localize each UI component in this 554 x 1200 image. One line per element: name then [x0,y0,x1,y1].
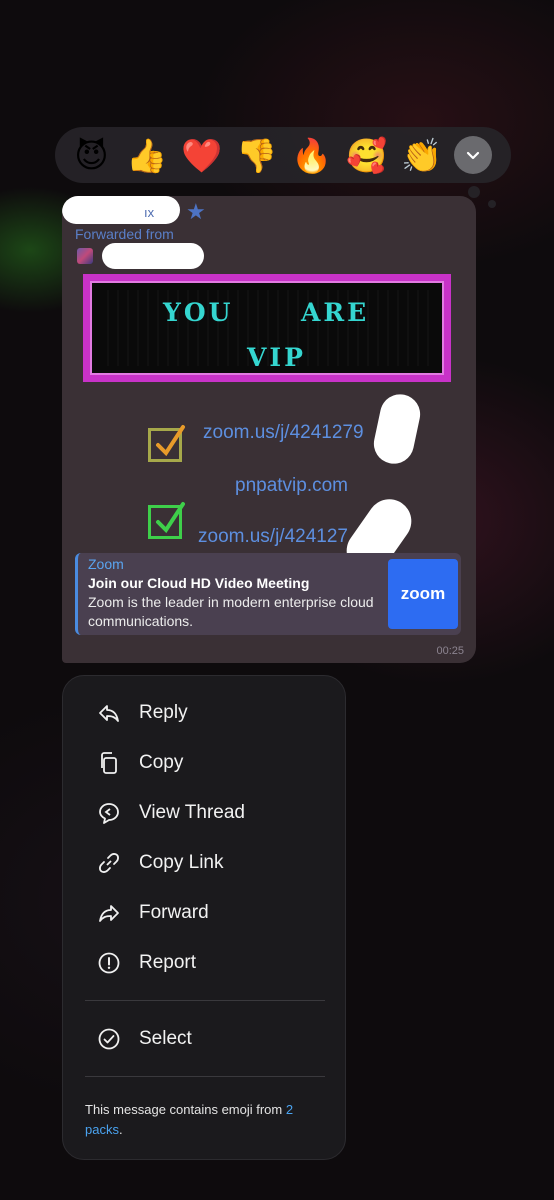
zoom-link-2[interactable]: zoom.us/j/424127 [198,526,348,548]
reaction-thumbs-up[interactable]: 👍 [120,130,173,180]
redacted-forward-source [102,243,204,269]
link-icon [96,850,122,876]
reaction-red-heart[interactable]: ❤️ [175,130,228,180]
message-timestamp: 00:25 [436,645,464,657]
emoji-note-end: . [118,1122,123,1137]
menu-item-forward[interactable]: Forward [63,891,345,935]
emoji-packs-note: This message contains emoji from 2 packs… [85,1100,330,1140]
preview-description: Zoom is the leader in modern enterprise … [88,594,374,629]
menu-item-label: Reply [139,702,188,723]
redacted-sender-name [62,196,180,224]
menu-item-label: Copy Link [139,852,224,873]
menu-item-view-thread[interactable]: View Thread [63,791,345,835]
check-mark-icon [148,425,185,462]
reaction-bar: 😈 👍 ❤️ 👎 🔥 🥰 👏 [55,127,511,183]
reaction-smiling-devil[interactable]: 😈 [65,130,118,180]
menu-item-label: View Thread [139,802,245,823]
forwarded-from-label: Forwarded from [75,226,174,242]
banner-word-are: ARE [301,298,370,327]
menu-item-label: Report [139,952,197,973]
menu-item-copy[interactable]: Copy [63,741,345,785]
zoom-link-1[interactable]: zoom.us/j/4241279 [203,422,364,444]
menu-item-reply[interactable]: Reply [63,691,345,735]
reaction-clapping-hands[interactable]: 👏 [395,130,448,180]
menu-item-label: Copy [139,752,184,773]
forward-icon [96,900,122,926]
menu-item-label: Select [139,1028,192,1049]
report-icon [96,950,122,976]
copy-icon [96,750,122,776]
reaction-bar-tail-dot [488,200,496,208]
menu-divider [85,1076,325,1077]
reaction-smiling-hearts[interactable]: 🥰 [340,130,393,180]
expand-reactions-button[interactable] [454,136,492,174]
zoom-logo: zoom [388,559,458,629]
menu-item-select[interactable]: Select [63,1017,345,1061]
forwarded-avatar [77,248,93,264]
redaction-scribble [370,390,424,468]
reply-icon [96,700,122,726]
reaction-fire[interactable]: 🔥 [285,130,338,180]
check-mark-icon [148,502,185,539]
thread-icon [96,800,122,826]
reaction-bar-tail [468,186,480,198]
preview-site-name: Zoom [88,556,124,572]
banner-word-you: YOU [163,298,234,327]
sender-name-fragment: ıx [144,205,155,220]
pnpatvip-link[interactable]: pnpatvip.com [235,475,348,497]
menu-item-label: Forward [139,902,209,923]
preview-title: Join our Cloud HD Video Meeting [88,575,310,591]
reaction-thumbs-down[interactable]: 👎 [230,130,283,180]
message-bubble[interactable]: ıx ★ Forwarded from YOU ARE VIP zoom.us/… [62,196,476,663]
vip-banner-image: YOU ARE VIP [83,274,451,382]
banner-word-vip: VIP [247,343,306,372]
menu-divider [85,1000,325,1001]
emoji-note-text: This message contains emoji from [85,1102,286,1117]
menu-item-copy-link[interactable]: Copy Link [63,841,345,885]
context-menu: Reply Copy View Thread Copy Link Forward… [62,675,346,1160]
link-preview-card[interactable]: Zoom Join our Cloud HD Video Meeting Zoo… [75,553,461,635]
chevron-down-icon [466,151,480,160]
check-circle-icon [96,1026,122,1052]
menu-item-report[interactable]: Report [63,941,345,985]
star-icon: ★ [186,199,206,224]
